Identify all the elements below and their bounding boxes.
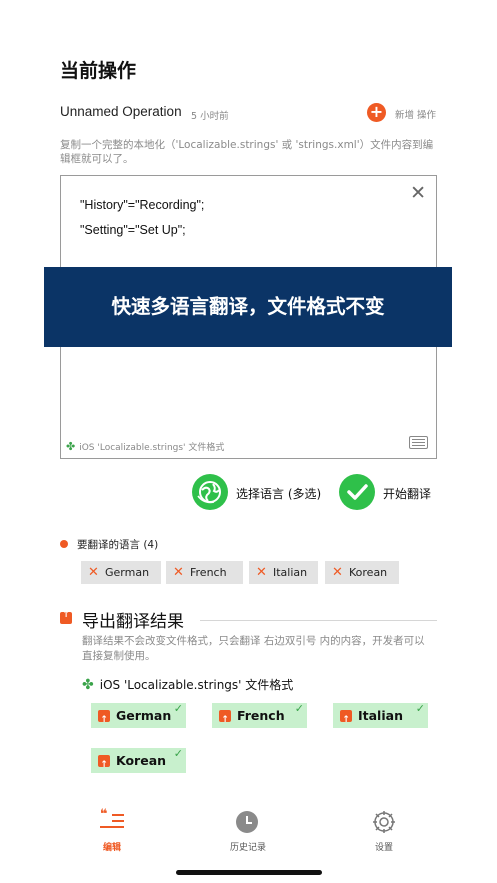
clover-icon: ✤ — [66, 440, 76, 453]
edit-quote-icon: ❝ — [100, 807, 124, 829]
remove-icon[interactable]: ✕ — [88, 561, 99, 584]
export-icon — [98, 708, 110, 733]
language-chip-german[interactable]: ✕ German — [81, 561, 161, 584]
operation-row: Unnamed Operation 5 小时前 + 新增 操作 — [60, 103, 438, 123]
languages-header-text: 要翻译的语言 (4) — [77, 539, 159, 551]
tab-history-label: 历史记录 — [229, 843, 266, 853]
language-chip-korean[interactable]: ✕ Korean — [325, 561, 399, 584]
gear-icon — [372, 810, 396, 834]
tab-history[interactable]: 历史记录 — [208, 808, 288, 853]
remove-icon[interactable]: ✕ — [173, 561, 184, 584]
select-languages-label: 选择语言 (多选) — [236, 487, 322, 501]
export-icon — [60, 610, 72, 624]
language-chip-label: German — [105, 566, 150, 579]
add-operation-button[interactable]: + — [367, 103, 386, 122]
result-chip-label: Italian — [358, 708, 403, 723]
operation-name[interactable]: Unnamed Operation — [60, 104, 182, 119]
clock-icon — [236, 811, 258, 833]
bullet-dot-icon — [60, 540, 68, 548]
export-icon — [340, 708, 352, 733]
languages-header: 要翻译的语言 (4) — [60, 537, 158, 552]
clear-icon[interactable]: ✕ — [410, 184, 426, 203]
start-translation-label: 开始翻译 — [383, 487, 432, 501]
editor-format-text: iOS 'Localizable.strings' 文件格式 — [79, 443, 225, 453]
start-translation-button[interactable]: 开始翻译 — [339, 474, 439, 512]
tab-edit-label: 编辑 — [102, 843, 121, 853]
add-operation-label[interactable]: 新增 操作 — [395, 107, 436, 121]
checkmark-icon: ✓ — [173, 702, 183, 715]
section-divider — [200, 620, 437, 621]
result-chip-german[interactable]: German✓ — [91, 702, 186, 733]
language-chip-label: Italian — [273, 566, 308, 579]
remove-icon[interactable]: ✕ — [256, 561, 267, 584]
tab-settings-label: 设置 — [374, 843, 393, 853]
result-chip-french[interactable]: French ✓ — [212, 702, 307, 733]
check-icon — [339, 474, 375, 510]
checkmark-icon: ✓ — [294, 702, 304, 715]
select-languages-button[interactable]: 选择语言 (多选) — [192, 474, 332, 512]
result-chip-italian[interactable]: Italian ✓ — [333, 702, 428, 733]
editor-format-label: ✤ iOS 'Localizable.strings' 文件格式 — [66, 440, 224, 453]
checkmark-icon: ✓ — [173, 747, 183, 760]
remove-icon[interactable]: ✕ — [332, 561, 343, 584]
tab-settings[interactable]: 设置 — [344, 808, 424, 853]
result-format-text: iOS 'Localizable.strings' 文件格式 — [99, 678, 294, 692]
result-chip-label: German — [116, 708, 172, 723]
export-section-title: 导出翻译结果 — [82, 612, 184, 632]
editor-line-2: "Setting"="Set Up"; — [80, 223, 186, 237]
checkmark-icon: ✓ — [415, 702, 425, 715]
language-chip-label: Korean — [349, 566, 388, 579]
promo-banner-text: 快速多语言翻译，文件格式不变 — [111, 295, 385, 318]
result-chip-korean[interactable]: Korean ✓ — [91, 747, 186, 778]
result-chip-label: French — [237, 708, 285, 723]
language-chip-italian[interactable]: ✕ Italian — [249, 561, 318, 584]
globe-icon — [192, 474, 228, 510]
page-title: 当前操作 — [60, 60, 137, 82]
clover-icon: ✤ — [82, 677, 94, 693]
export-description: 翻译结果不会改变文件格式，只会翻译 右边双引号 内的内容，开发者可以直接复制使用… — [82, 635, 425, 662]
operation-time: 5 小时前 — [191, 111, 229, 122]
export-icon — [98, 753, 110, 778]
result-format-label: ✤ iOS 'Localizable.strings' 文件格式 — [82, 676, 293, 693]
language-chip-french[interactable]: ✕ French — [166, 561, 243, 584]
keyboard-icon[interactable] — [409, 436, 428, 449]
home-indicator[interactable] — [176, 870, 322, 875]
export-icon — [219, 708, 231, 733]
plus-icon: + — [369, 102, 384, 121]
editor-line-1: "History"="Recording"; — [80, 198, 205, 212]
input-hint: 复制一个完整的本地化（'Localizable.strings' 或 'stri… — [60, 139, 434, 165]
tab-edit[interactable]: ❝ 编辑 — [72, 807, 152, 853]
promo-banner: 快速多语言翻译，文件格式不变 — [44, 267, 452, 347]
result-chip-label: Korean — [116, 753, 167, 768]
language-chip-label: French — [190, 566, 227, 579]
